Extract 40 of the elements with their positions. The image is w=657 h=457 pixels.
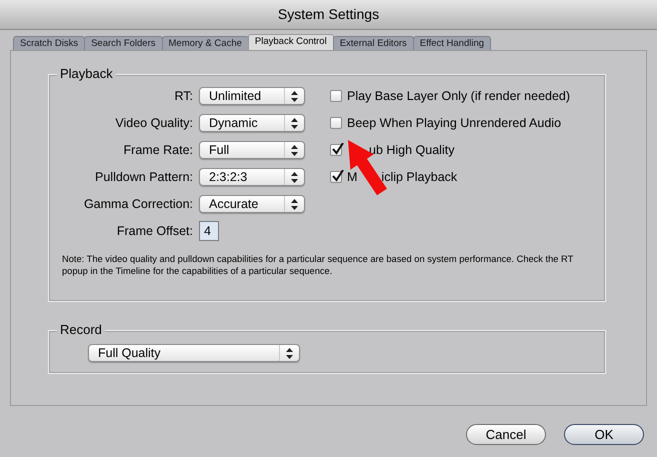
input-field[interactable]: 4 [199,221,219,241]
tab[interactable]: Effect Handling [412,36,492,50]
checkbox-label: iclip Playback [381,168,458,186]
window-title: System Settings [278,5,380,24]
popup-menu[interactable]: Accurate [199,195,305,213]
tab[interactable]: Playback Control [248,34,334,50]
setting-label: Pulldown Pattern: [95,168,193,186]
checkbox-label: M [347,168,358,186]
stepper-icon [291,144,298,156]
stepper-icon [291,90,298,102]
tab[interactable]: Scratch Disks [13,36,86,50]
setting-label: Gamma Correction: [84,196,193,213]
checkbox[interactable] [330,117,342,129]
checkbox-label: Beep When Playing Unrendered Audio [347,114,562,132]
setting-label: Frame Rate: [124,142,193,159]
stepper-icon [286,348,293,358]
stepper-icon [291,198,298,210]
checkbox[interactable] [330,171,342,183]
dialog-button[interactable]: Cancel [466,424,546,445]
popup-menu[interactable]: Dynamic [199,114,305,132]
popup-menu[interactable]: 2:3:2:3 [199,168,305,186]
popup-menu[interactable]: Full Quality [88,344,300,362]
stepper-icon [291,172,298,182]
tab[interactable]: Memory & Cache [162,36,249,50]
setting-label: Frame Offset: [116,222,193,240]
popup-menu[interactable]: Full [199,141,305,159]
popup-menu[interactable]: Unlimited [199,87,305,105]
checkmark-icon [332,170,344,182]
tab[interactable]: External Editors [332,36,414,50]
checkmark-icon [332,143,344,155]
setting-label: RT: [174,88,193,105]
checkbox[interactable] [330,144,342,156]
setting-label: Video Quality: [115,114,193,132]
checkbox[interactable] [330,90,342,102]
checkbox-label: ub High Quality [369,142,454,159]
note-text: Note: The video quality and pulldown capabilities for a particular sequence are based on system performance. Check the RT popup in the Timeline for the capabilities of a particular sequence. [62,253,574,277]
stepper-icon [291,118,298,128]
dialog-button[interactable]: OK [564,424,644,445]
tab[interactable]: Search Folders [84,36,162,50]
checkbox-label: Play Base Layer Only (if render needed) [347,88,570,105]
